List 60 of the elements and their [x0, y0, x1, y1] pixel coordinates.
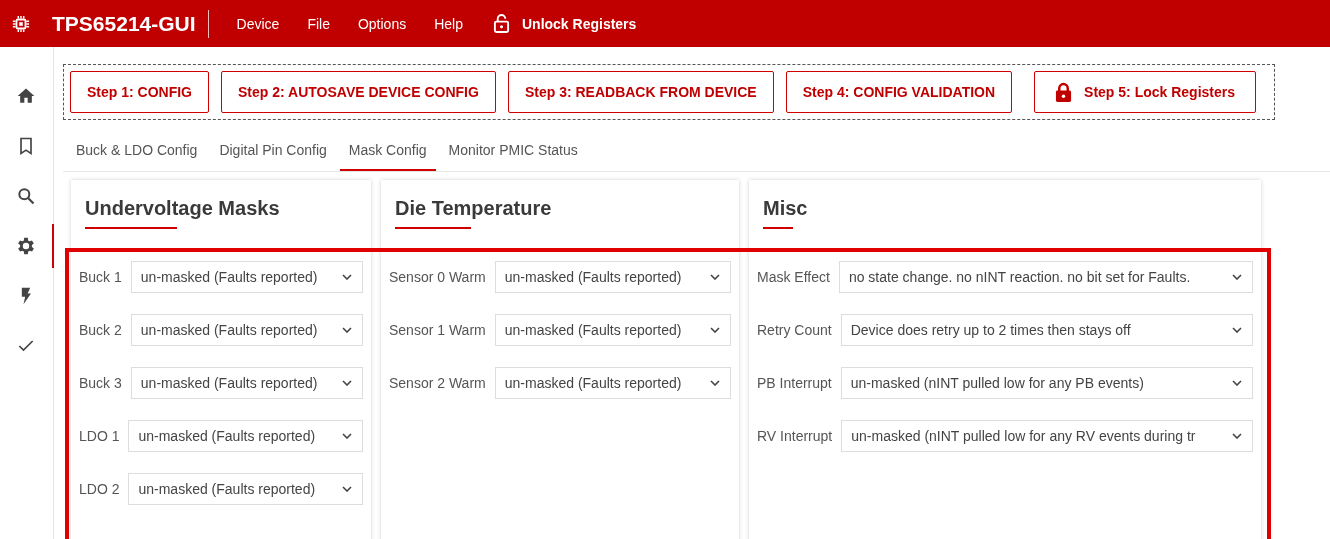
- dropdown[interactable]: un-masked (Faults reported): [130, 314, 363, 346]
- field-label: Buck 2: [79, 322, 122, 338]
- chip-icon: [12, 14, 30, 33]
- step-button[interactable]: Step 2: AUTOSAVE DEVICE CONFIG: [221, 71, 496, 113]
- chevron-down-icon: [710, 380, 720, 386]
- search-icon: [16, 186, 36, 206]
- tab[interactable]: Digital Pin Config: [210, 134, 336, 171]
- field-label: LDO 1: [79, 428, 120, 444]
- field-label: Buck 3: [79, 375, 122, 391]
- chevron-down-icon: [342, 433, 352, 439]
- app-title: TPS65214-GUI: [52, 11, 196, 36]
- field-label: Sensor 1 Warm: [389, 322, 486, 338]
- chevron-down-icon: [1232, 327, 1242, 333]
- chevron-down-icon: [1232, 380, 1242, 386]
- tab[interactable]: Mask Config: [339, 134, 436, 171]
- unlocked-padlock-icon: [493, 14, 510, 33]
- field-label: Buck 1: [79, 269, 122, 285]
- chevron-down-icon: [710, 327, 720, 333]
- dropdown[interactable]: un-masked (Faults reported): [128, 473, 363, 505]
- dropdown[interactable]: un-masked (Faults reported): [494, 367, 731, 399]
- dropdown[interactable]: un-masked (Faults reported): [494, 314, 731, 346]
- dropdown[interactable]: un-masked (nINT pulled low for any PB events): [840, 367, 1253, 399]
- chevron-down-icon: [1232, 433, 1242, 439]
- tab[interactable]: Monitor PMIC Status: [439, 134, 587, 171]
- dropdown[interactable]: un-masked (Faults reported): [130, 367, 363, 399]
- padlock-icon: [1055, 81, 1073, 103]
- home-icon: [16, 86, 36, 106]
- step-button[interactable]: Step 3: READBACK FROM DEVICE: [507, 71, 774, 113]
- field-label: Mask Effect: [757, 269, 830, 285]
- chevron-down-icon: [710, 274, 720, 280]
- menu-item[interactable]: Device: [222, 15, 294, 32]
- card-title: Misc: [763, 197, 809, 220]
- dropdown[interactable]: Device does retry up to 2 times then stays off: [840, 314, 1253, 346]
- field-label: Sensor 0 Warm: [389, 269, 486, 285]
- menu-item[interactable]: Help: [420, 15, 477, 32]
- field-label: Sensor 2 Warm: [389, 375, 486, 391]
- dropdown[interactable]: un-masked (Faults reported): [128, 420, 363, 452]
- unlock-registers-button[interactable]: Unlock Registers: [485, 14, 645, 33]
- field-label: Retry Count: [757, 322, 832, 338]
- menu-item[interactable]: File: [293, 15, 344, 32]
- card-title: Undervoltage Masks: [85, 197, 281, 220]
- step-button[interactable]: Step 4: CONFIG VALIDATION: [785, 71, 1013, 113]
- field-label: PB Interrupt: [757, 375, 832, 391]
- chevron-down-icon: [342, 486, 352, 492]
- tab[interactable]: Buck & LDO Config: [67, 134, 207, 171]
- settings-icon: [15, 235, 37, 257]
- menu-item[interactable]: Options: [343, 15, 421, 32]
- field-label: LDO 2: [79, 481, 120, 497]
- dropdown[interactable]: un-masked (Faults reported): [494, 261, 731, 293]
- chevron-down-icon: [342, 380, 352, 386]
- dropdown[interactable]: no state change. no nINT reaction. no bit set for Faults.: [838, 261, 1253, 293]
- card-title: Die Temperature: [395, 197, 553, 220]
- chevron-down-icon: [1232, 274, 1242, 280]
- step-button[interactable]: Step 5: Lock Registers: [1034, 71, 1256, 113]
- field-label: RV Interrupt: [757, 428, 833, 444]
- chevron-down-icon: [342, 327, 352, 333]
- dropdown[interactable]: un-masked (Faults reported): [130, 261, 363, 293]
- dropdown[interactable]: un-masked (nINT pulled low for any RV events during tr: [841, 420, 1253, 452]
- step-button[interactable]: Step 1: CONFIG: [70, 71, 209, 113]
- chevron-down-icon: [342, 274, 352, 280]
